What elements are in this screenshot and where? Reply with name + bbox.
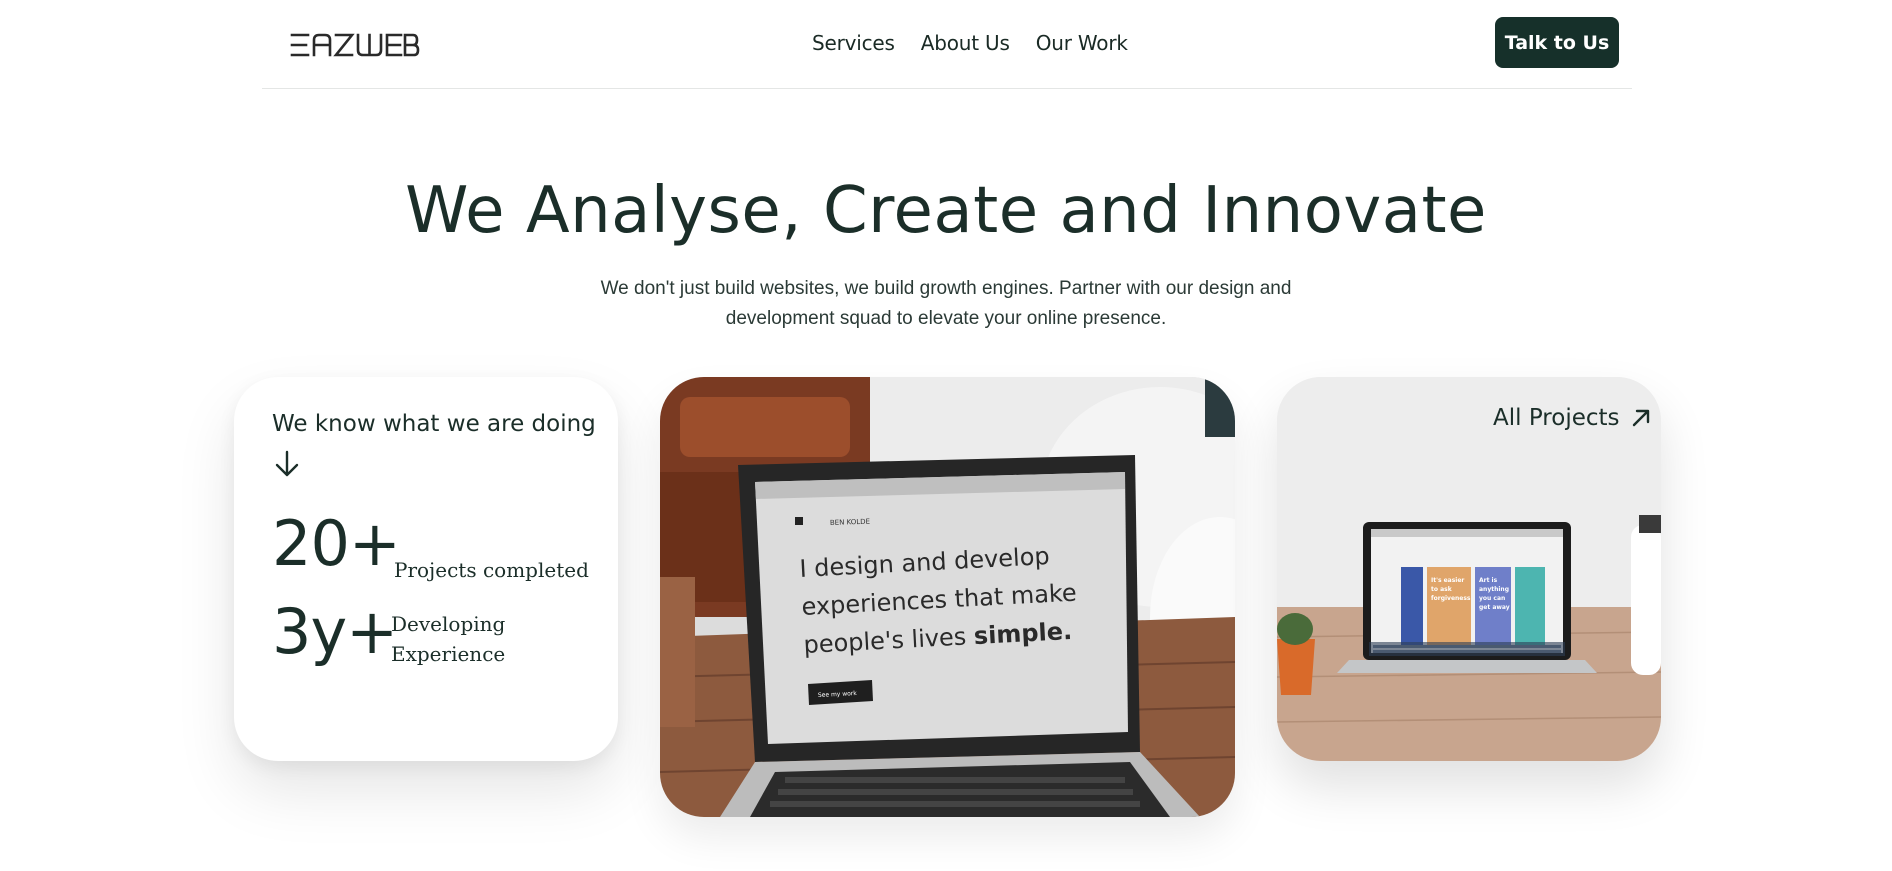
eazweb-logo[interactable] <box>290 30 420 60</box>
hero-subtitle: We don't just build websites, we build g… <box>600 278 1292 329</box>
arrow-down-icon <box>275 450 299 477</box>
site-header: Services About Us Our Work Talk to Us <box>262 0 1632 89</box>
screen-site-name: BEN KOLDE <box>830 518 870 527</box>
stats-card: We know what we are doing 20+ Projects c… <box>234 377 618 761</box>
svg-text:get away: get away <box>1479 604 1510 611</box>
nav-services[interactable]: Services <box>812 31 895 55</box>
nav-about-us[interactable]: About Us <box>921 31 1010 55</box>
all-projects-link[interactable]: All Projects <box>1493 405 1652 431</box>
projects-laptop-illustration: It's easier to ask forgiveness Art is an… <box>1277 377 1661 761</box>
hero-title: We Analyse, Create and Innovate <box>405 174 1487 248</box>
main-nav: Services About Us Our Work <box>812 31 1128 55</box>
arrow-up-right-icon <box>1632 409 1649 427</box>
all-projects-label[interactable]: All Projects <box>1493 405 1620 431</box>
stat-projects-value: 20+ <box>272 507 401 580</box>
svg-text:to ask: to ask <box>1431 586 1453 593</box>
all-projects-card[interactable]: It's easier to ask forgiveness Art is an… <box>1277 377 1661 761</box>
talk-to-us-button[interactable]: Talk to Us <box>1495 17 1619 68</box>
nav-our-work[interactable]: Our Work <box>1036 31 1128 55</box>
stats-heading: We know what we are doing <box>272 411 596 437</box>
svg-text:It's easier: It's easier <box>1431 577 1464 584</box>
svg-text:anything: anything <box>1479 586 1509 593</box>
stat-projects-label: Projects completed <box>394 558 589 582</box>
laptop-photo-illustration: BEN KOLDE I design and develop experienc… <box>660 377 1235 817</box>
stat-experience-value: 3y+ <box>272 595 398 668</box>
svg-text:Art is: Art is <box>1479 577 1498 584</box>
svg-text:you can: you can <box>1479 595 1505 602</box>
svg-text:forgiveness: forgiveness <box>1431 595 1471 602</box>
stat-experience-label: Developing Experience <box>391 612 506 666</box>
laptop-photo: BEN KOLDE I design and develop experienc… <box>660 377 1235 817</box>
